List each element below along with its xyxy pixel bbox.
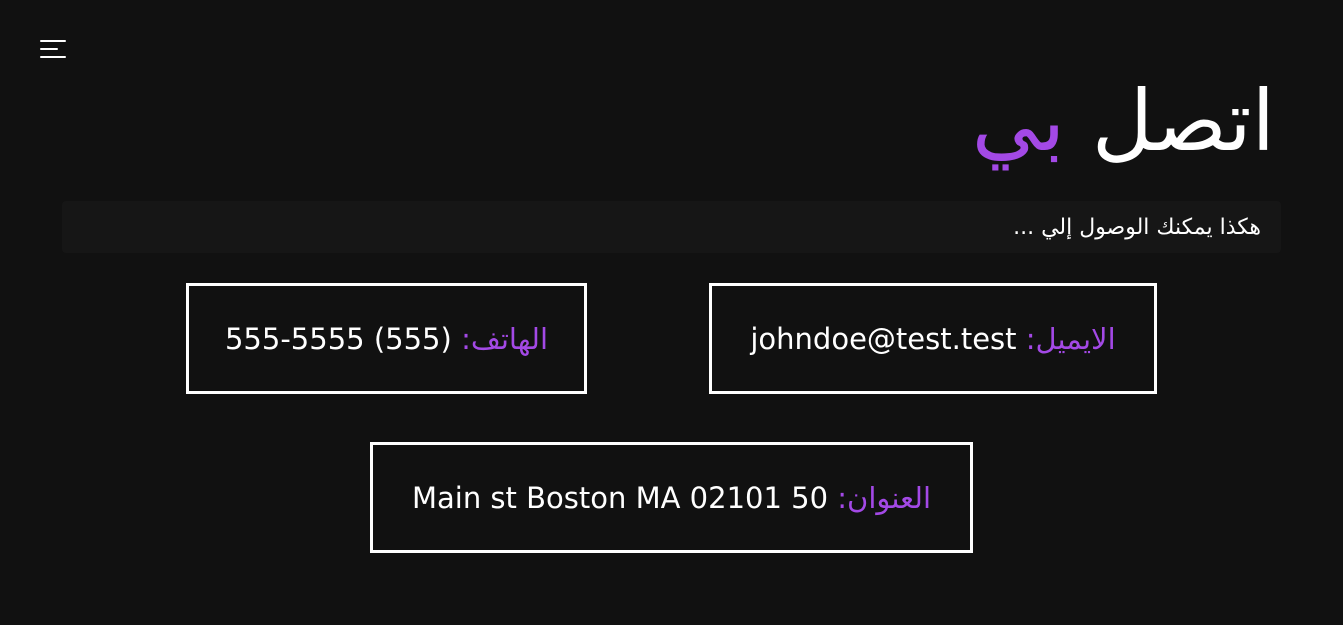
phone-label: الهاتف:	[461, 321, 549, 356]
email-label: الايميل:	[1025, 321, 1116, 356]
email-card: الايميل: johndoe@test.test	[709, 283, 1157, 394]
page-subtitle: هكذا يمكنك الوصول إلي ...	[1013, 215, 1261, 240]
subtitle-bar: هكذا يمكنك الوصول إلي ...	[62, 201, 1281, 253]
phone-card: الهاتف: (555) 555-5555	[186, 283, 587, 394]
page-title: اتصل بي	[972, 66, 1275, 176]
page-title-accent: بي	[971, 72, 1066, 170]
contact-page: اتصل بي هكذا يمكنك الوصول إلي ... الايمي…	[0, 0, 1343, 625]
hamburger-menu-icon[interactable]	[40, 40, 66, 60]
email-value[interactable]: johndoe@test.test	[750, 322, 1016, 356]
page-title-main: اتصل	[1091, 72, 1275, 170]
address-value: 50 Main st Boston MA 02101	[411, 480, 829, 515]
menu-line	[40, 56, 66, 58]
phone-value[interactable]: (555) 555-5555	[225, 322, 452, 356]
menu-line	[40, 40, 66, 42]
address-card: العنوان: 50 Main st Boston MA 02101	[370, 442, 973, 553]
address-label: العنوان:	[837, 480, 932, 515]
menu-line	[40, 48, 58, 50]
